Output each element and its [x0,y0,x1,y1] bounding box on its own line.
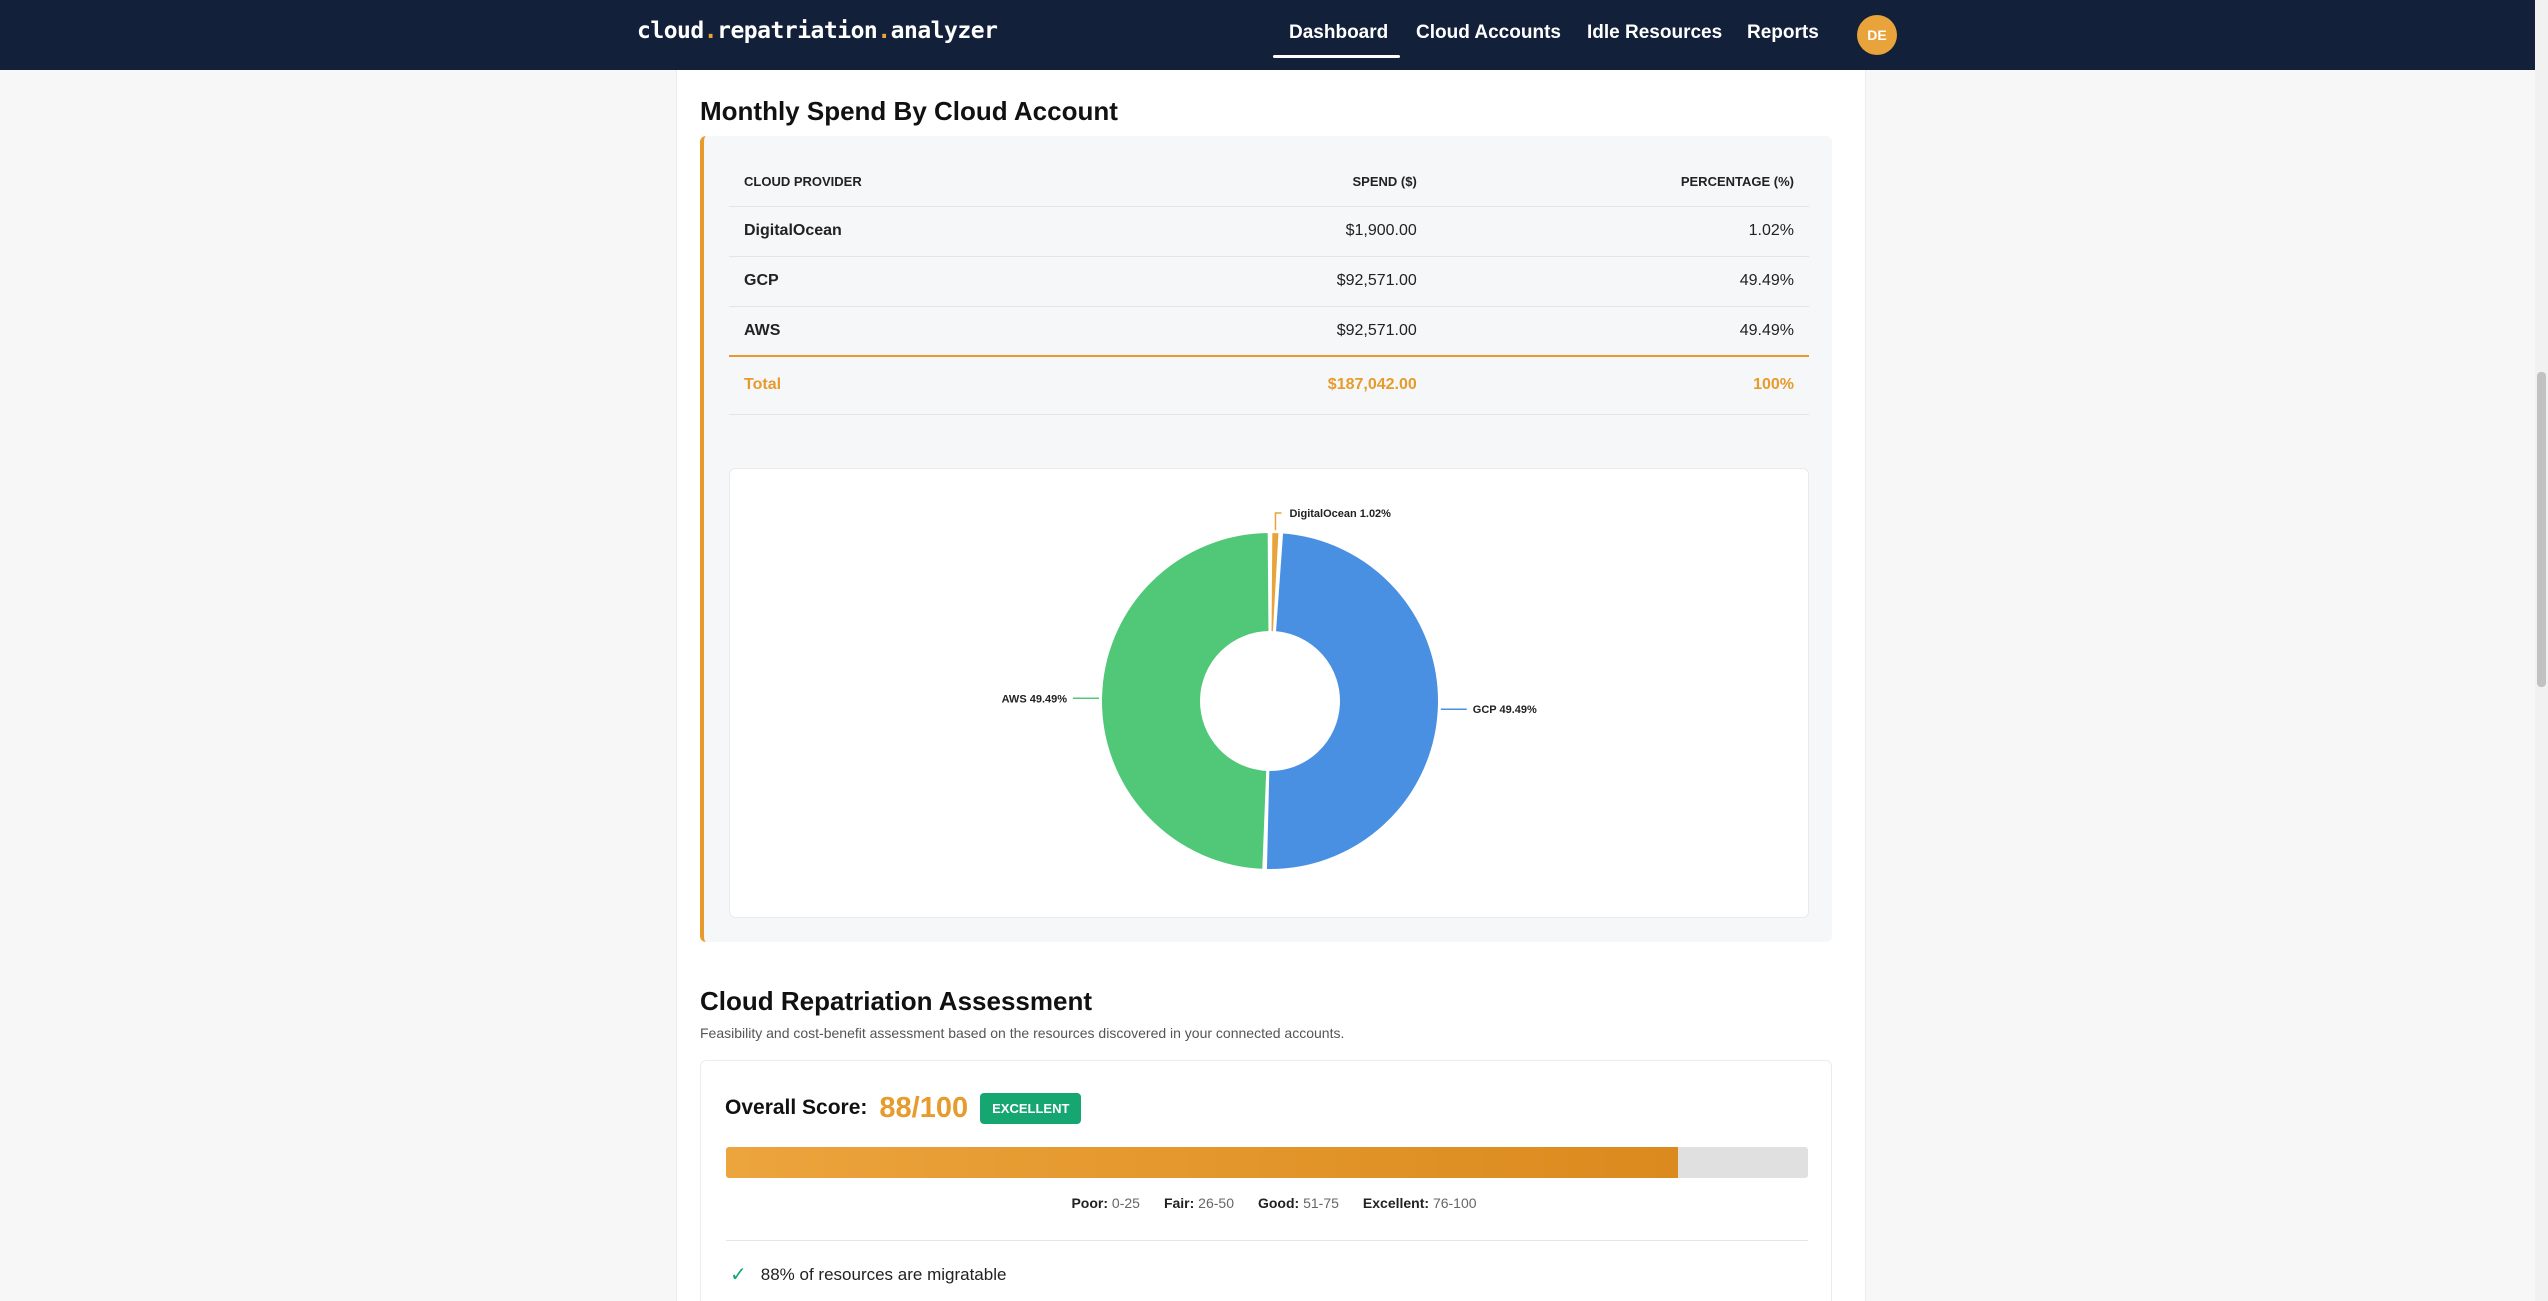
table-row: AWS $92,571.00 49.49% [729,306,1809,357]
scale-item-good: Good: 51-75 [1257,1195,1339,1211]
percentage-cell: 49.49% [1431,256,1809,307]
overall-score-label: Overall Score: [725,1096,868,1119]
column-header-provider: CLOUD PROVIDER [729,158,1119,207]
active-tab-indicator [1273,55,1400,58]
spend-cell: $92,571.00 [1118,306,1432,357]
scrollbar-thumb[interactable] [2537,372,2546,687]
total-row: Total $187,042.00 100% [729,355,1809,415]
scale-item-poor: Poor: 0-25 [1071,1195,1140,1211]
spend-table: CLOUD PROVIDER SPEND ($) PERCENTAGE (%) … [729,158,1809,415]
donut-leader-line [1274,512,1282,531]
score-progress-fill [726,1147,1679,1178]
nav-link-idle-resources[interactable]: Idle Resources [1587,22,1722,44]
section-divider [726,1240,1808,1241]
spend-cell: $1,900.00 [1118,206,1432,257]
score-progress-bar [726,1147,1808,1178]
table-header-row: CLOUD PROVIDER SPEND ($) PERCENTAGE (%) [729,158,1809,207]
donut-label-aws: AWS 49.49% [1002,693,1068,705]
total-percentage: 100% [1431,355,1809,415]
provider-cell: GCP [729,256,1119,307]
user-avatar[interactable]: DE [1857,15,1897,55]
percentage-cell: 1.02% [1431,206,1809,257]
table-row: GCP $92,571.00 49.49% [729,256,1809,307]
percentage-cell: 49.49% [1431,306,1809,357]
donut-label-digitalocean: DigitalOcean 1.02% [1289,508,1391,520]
top-navbar: cloud.repatriation.analyzer Dashboard Cl… [0,0,2535,70]
assessment-subtitle: Feasibility and cost-benefit assessment … [700,1025,1345,1041]
donut-label-gcp: GCP 49.49% [1473,704,1537,716]
scale-item-fair: Fair: 26-50 [1163,1195,1234,1211]
total-spend: $187,042.00 [1118,355,1432,415]
donut-slice-gcp[interactable] [1264,531,1440,871]
spend-cell: $92,571.00 [1118,256,1432,307]
finding-text: 88% of resources are migratable [760,1264,1007,1284]
brand-logo[interactable]: cloud.repatriation.analyzer [637,18,998,44]
nav-link-cloud-accounts[interactable]: Cloud Accounts [1416,22,1561,44]
finding-item: ✓ 88% of resources are migratable [730,1262,1006,1287]
assessment-section-title: Cloud Repatriation Assessment [700,986,1093,1016]
table-row: DigitalOcean $1,900.00 1.02% [729,206,1809,257]
column-header-percentage: PERCENTAGE (%) [1431,158,1809,207]
scale-item-excellent: Excellent: 76-100 [1362,1195,1477,1211]
donut-chart-svg: DigitalOcean 1.02% GCP 49.49% AWS 49.49% [1002,508,1537,871]
provider-cell: DigitalOcean [729,206,1119,257]
donut-slice-aws[interactable] [1100,530,1271,871]
column-header-spend: SPEND ($) [1118,158,1432,207]
spend-donut-chart: DigitalOcean 1.02% GCP 49.49% AWS 49.49% [729,468,1809,918]
provider-cell: AWS [729,306,1119,357]
overall-score-row: Overall Score: 88/100 EXCELLENT [725,1090,1082,1126]
total-label: Total [729,355,1119,415]
checkmark-icon: ✓ [730,1264,747,1286]
nav-link-reports[interactable]: Reports [1747,22,1819,44]
score-rating-badge: EXCELLENT [980,1092,1082,1124]
nav-link-dashboard[interactable]: Dashboard [1289,22,1388,44]
overall-score-value: 88/100 [879,1091,969,1124]
score-scale-legend: Poor: 0-25 Fair: 26-50 Good: 51-75 Excel… [0,1195,2535,1211]
spend-section-title: Monthly Spend By Cloud Account [700,96,1118,126]
